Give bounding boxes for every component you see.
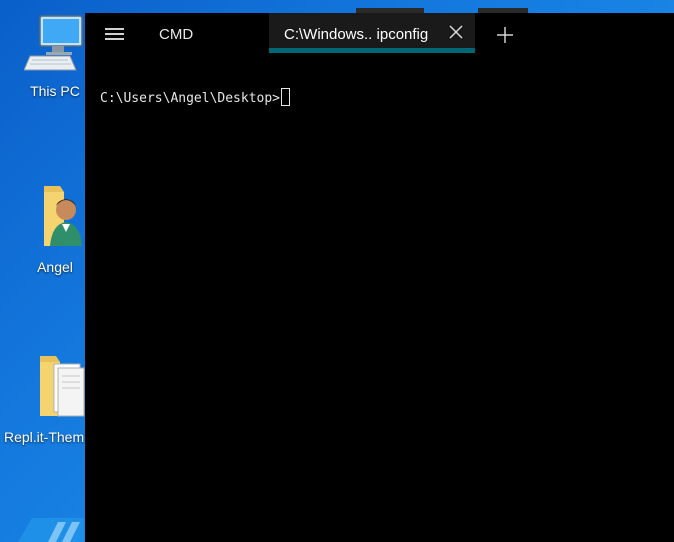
- close-icon[interactable]: [449, 25, 463, 39]
- command-prompt: C:\Users\Angel\Desktop>: [100, 91, 281, 106]
- terminal-titlebar[interactable]: CMD C:\Windows.. ipconfig: [85, 13, 674, 53]
- console-output[interactable]: C:\Users\Angel\Desktop>: [100, 88, 291, 108]
- active-tab-indicator: [269, 48, 475, 53]
- desktop-icon-label: Repl.it-Them: [4, 429, 85, 445]
- user-folder-icon: [44, 186, 82, 246]
- computer-icon: [23, 15, 83, 71]
- tab-cmd[interactable]: CMD: [145, 13, 263, 53]
- text-cursor: [281, 88, 291, 106]
- tab-ipconfig[interactable]: C:\Windows.. ipconfig: [269, 13, 475, 53]
- tab-label: CMD: [159, 26, 194, 43]
- hamburger-menu-icon[interactable]: [99, 21, 129, 47]
- plus-icon[interactable]: [493, 23, 517, 47]
- tab-label: C:\Windows.. ipconfig: [284, 26, 429, 43]
- terminal-window[interactable]: CMD C:\Windows.. ipconfig C:\Users\Angel…: [85, 13, 674, 542]
- windows-logo-fragment: [18, 518, 84, 542]
- folder-icon: [40, 356, 85, 417]
